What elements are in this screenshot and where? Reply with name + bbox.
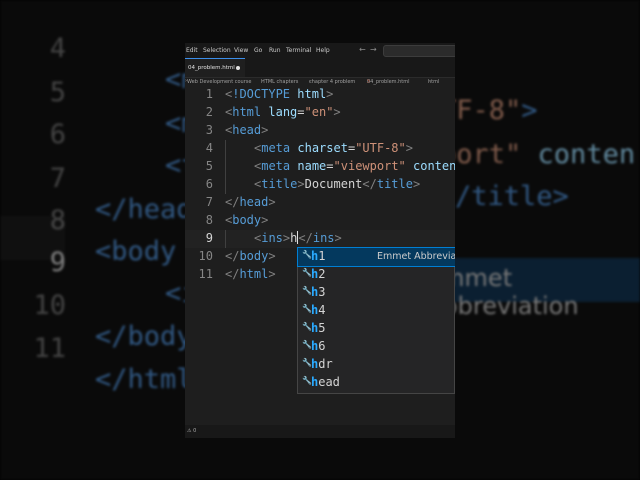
code-line[interactable]: 7 </head> xyxy=(185,194,455,212)
suggestion-label: 6 xyxy=(318,339,326,353)
menu-run[interactable]: Run xyxy=(269,47,281,54)
suggestion-head[interactable]: 🔧 head xyxy=(298,374,455,392)
menu-terminal[interactable]: Terminal xyxy=(286,47,311,54)
line-code: <title>Document</title> xyxy=(254,177,421,191)
suggestion-h4[interactable]: 🔧 h4 xyxy=(298,302,455,320)
status-bar: ⚠ 0 xyxy=(185,425,455,438)
line-number: 5 xyxy=(205,159,213,173)
indent-guide xyxy=(225,140,226,194)
suggestion-h5[interactable]: 🔧 h5 xyxy=(298,320,455,338)
breadcrumb-item[interactable]: › Web Development course xyxy=(185,78,251,85)
line-number: 1 xyxy=(205,87,213,101)
line-code: <!DOCTYPE html> xyxy=(225,87,334,101)
menu-bar: Edit Selection View Go Run Terminal Help… xyxy=(185,43,455,58)
code-line[interactable]: 2 <html lang="en"> xyxy=(185,104,455,122)
menu-go[interactable]: Go xyxy=(254,47,262,54)
indent-guide xyxy=(225,230,226,248)
suggestion-label: dr xyxy=(318,357,333,371)
menu-edit[interactable]: Edit xyxy=(186,47,198,54)
line-number: 9 xyxy=(205,231,213,245)
problems-count[interactable]: ⚠ 0 xyxy=(187,428,196,434)
autocomplete-popup: 🔧 h1 Emmet Abbreviation 🔧 h2 🔧 h3 🔧 h4 🔧… xyxy=(297,247,455,394)
forward-arrow-icon[interactable]: → xyxy=(370,45,377,54)
line-code: <body> xyxy=(225,213,269,227)
menu-help[interactable]: Help xyxy=(316,47,330,54)
line-number: 10 xyxy=(198,249,213,263)
line-number: 11 xyxy=(198,267,213,281)
line-code: <html lang="en"> xyxy=(225,105,341,119)
line-code: <meta charset="UTF-8"> xyxy=(254,141,413,155)
code-line[interactable]: 8 <body> xyxy=(185,212,455,230)
line-number: 6 xyxy=(205,177,213,191)
suggestion-label: ead xyxy=(318,375,340,389)
line-code: <ins>h</ins> xyxy=(254,231,342,245)
code-line[interactable]: 1 <!DOCTYPE html> xyxy=(185,86,455,104)
tab-label: 04_problem.html xyxy=(188,65,235,71)
unsaved-dot-icon[interactable] xyxy=(236,66,240,70)
line-code: </body> xyxy=(225,249,276,263)
line-code: <head> xyxy=(225,123,269,137)
suggestion-label: 3 xyxy=(318,285,326,299)
suggestion-label: 1 xyxy=(318,249,326,263)
menu-selection[interactable]: Selection xyxy=(203,47,231,54)
tab-04-problem-html[interactable]: 04_problem.html xyxy=(185,58,245,77)
suggestion-label: 4 xyxy=(318,303,326,317)
command-center-search[interactable] xyxy=(383,45,455,57)
suggestion-hdr[interactable]: 🔧 hdr xyxy=(298,356,455,374)
suggestion-detail: Emmet Abbreviation xyxy=(377,251,455,262)
tab-bar: 04_problem.html xyxy=(185,58,455,78)
code-line[interactable]: 3 <head> xyxy=(185,122,455,140)
line-code: </head> xyxy=(225,195,276,209)
menu-view[interactable]: View xyxy=(234,47,248,54)
line-number: 8 xyxy=(205,213,213,227)
suggestion-h2[interactable]: 🔧 h2 xyxy=(298,266,455,284)
code-editor-window: Edit Selection View Go Run Terminal Help… xyxy=(185,43,455,438)
line-code: </html> xyxy=(225,267,276,281)
line-number: 4 xyxy=(205,141,213,155)
line-number: 2 xyxy=(205,105,213,119)
suggestion-h6[interactable]: 🔧 h6 xyxy=(298,338,455,356)
suggestion-h1[interactable]: 🔧 h1 Emmet Abbreviation xyxy=(297,247,455,267)
line-number: 3 xyxy=(205,123,213,137)
line-number: 7 xyxy=(205,195,213,209)
suggestion-label: 2 xyxy=(318,267,326,281)
suggestion-h3[interactable]: 🔧 h3 xyxy=(298,284,455,302)
line-code: <meta name="viewport" conten xyxy=(254,159,455,173)
back-arrow-icon[interactable]: ← xyxy=(359,45,366,54)
suggestion-label: 5 xyxy=(318,321,326,335)
